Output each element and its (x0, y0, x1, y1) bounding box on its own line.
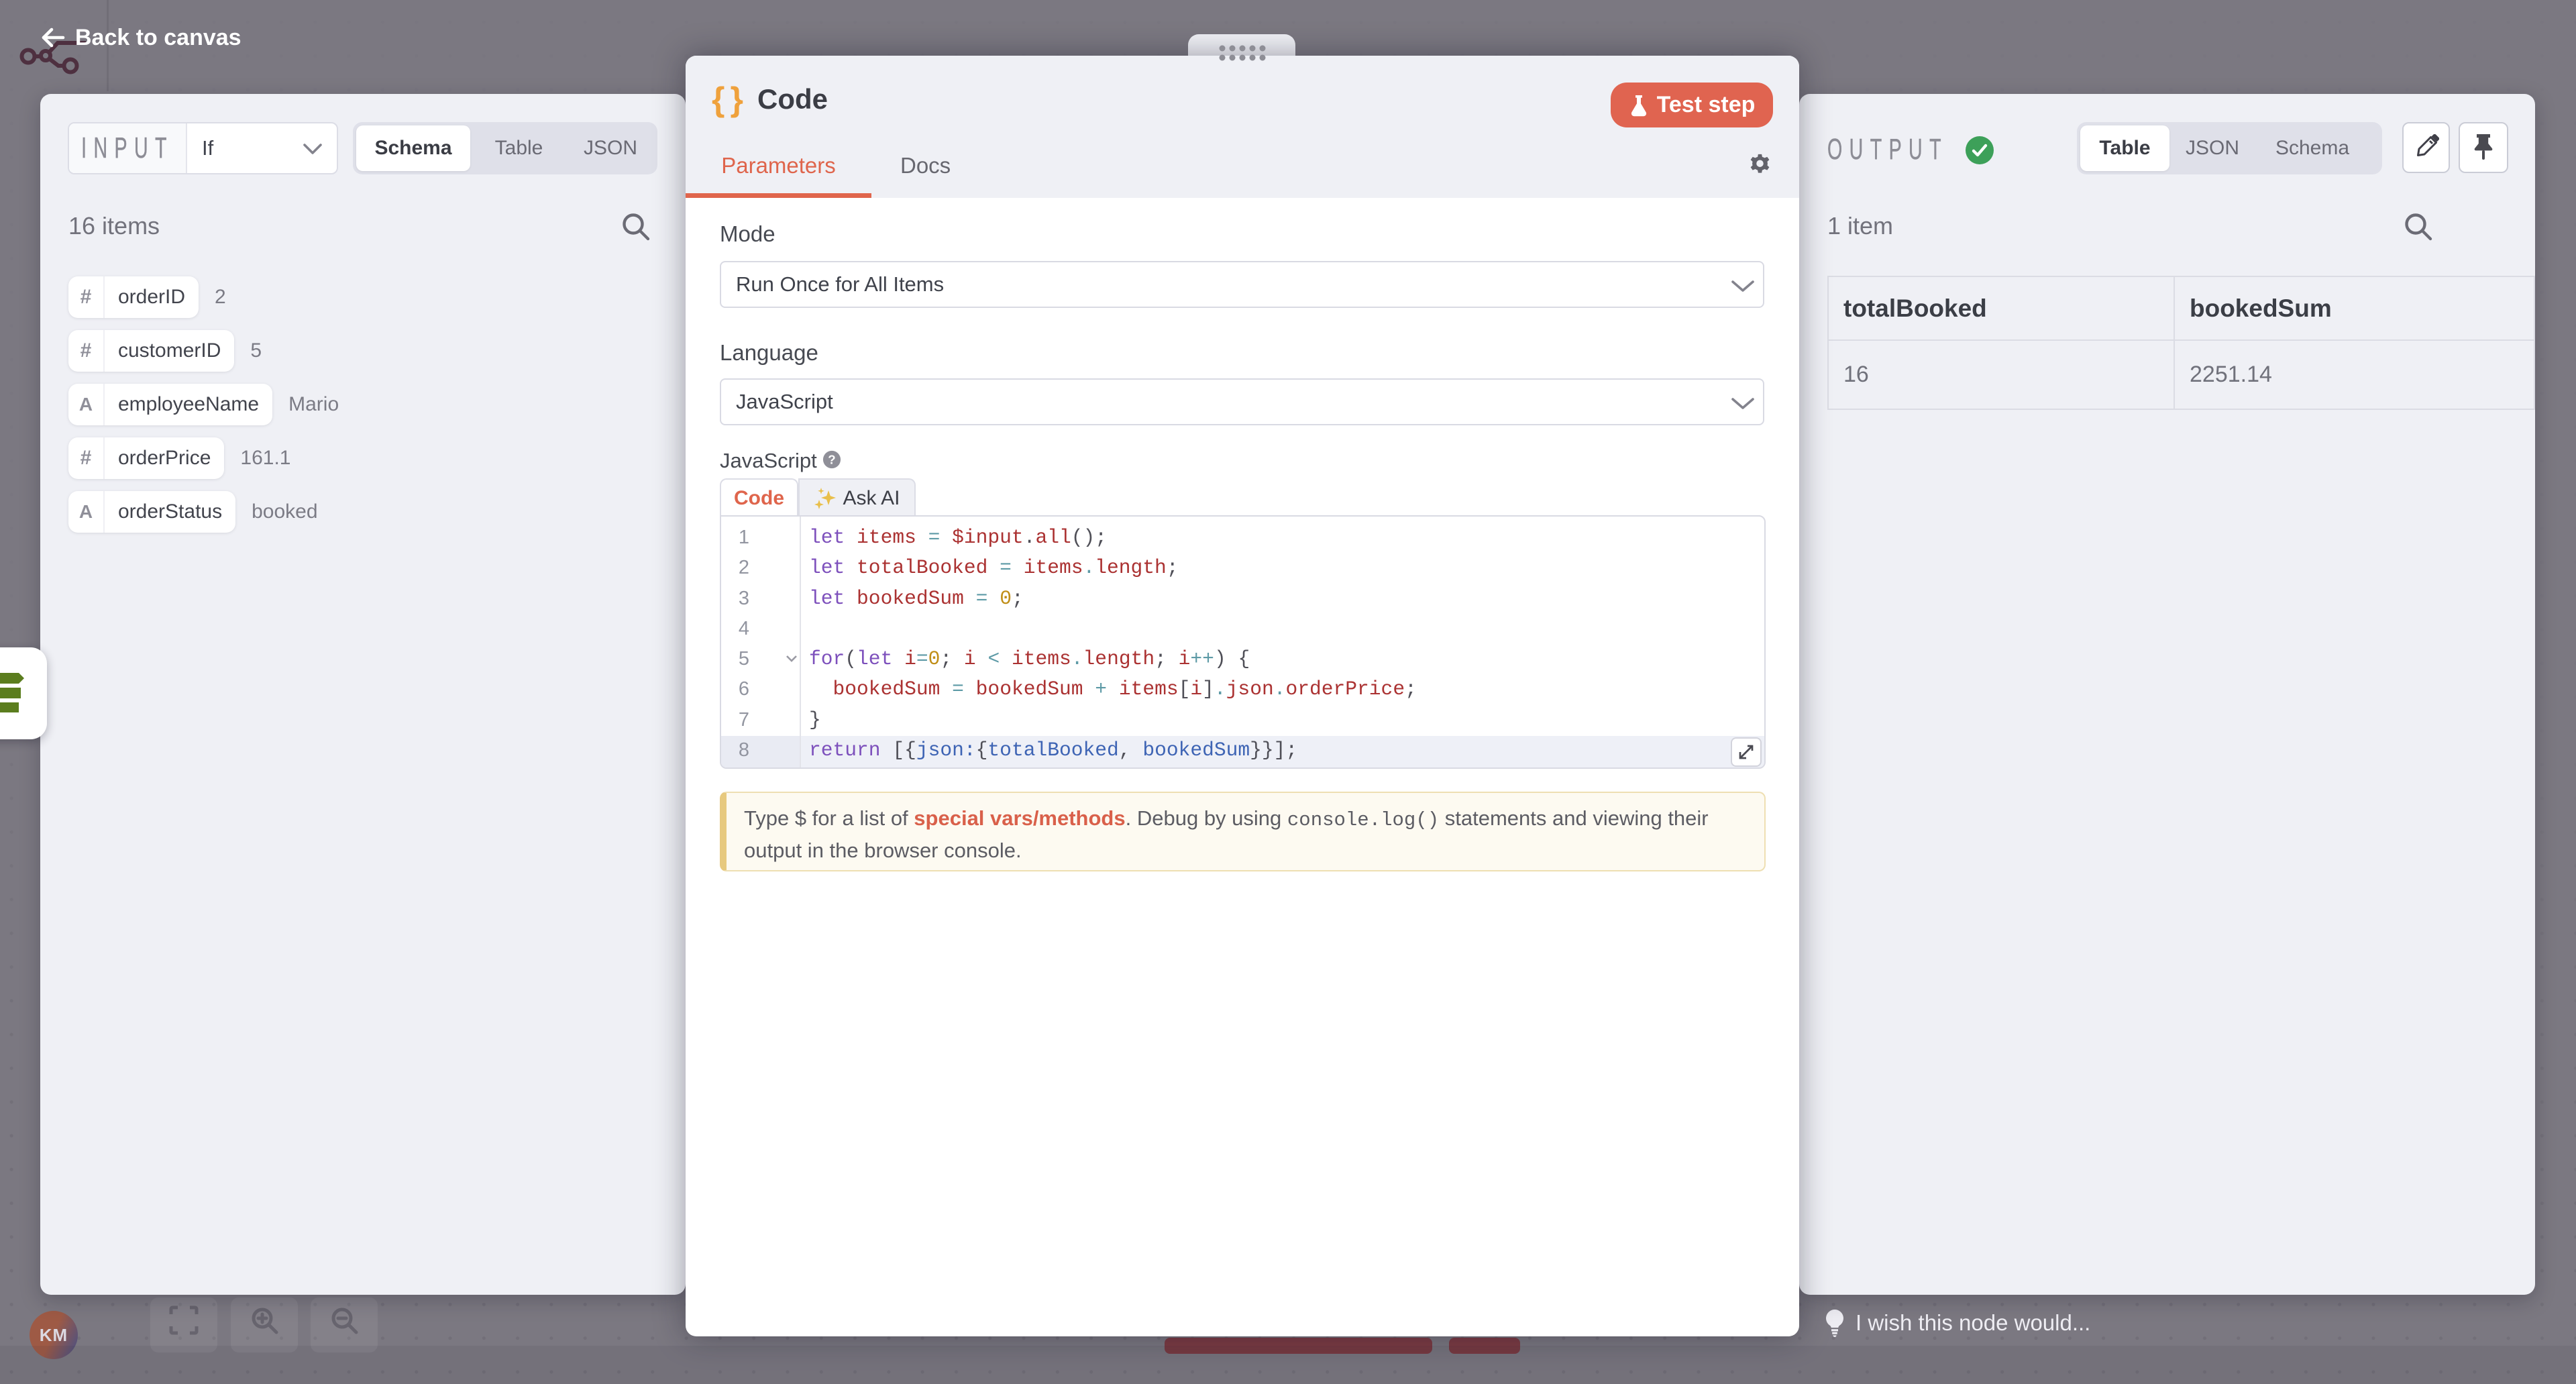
svg-text:?: ? (828, 453, 835, 467)
